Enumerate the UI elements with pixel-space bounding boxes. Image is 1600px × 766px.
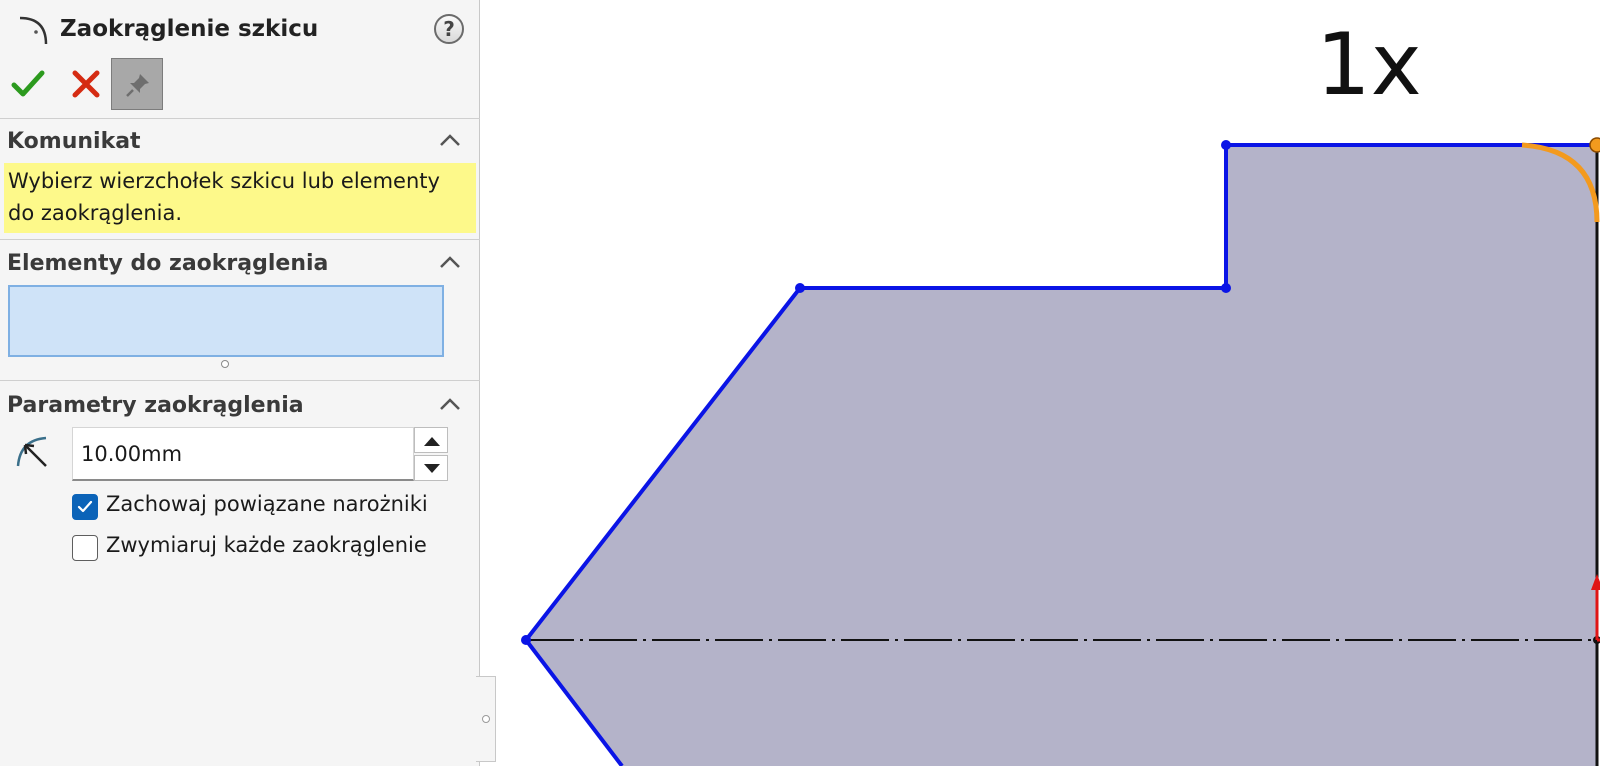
message-section-header[interactable]: Komunikat [7, 127, 471, 157]
panel-collapse-tab[interactable] [476, 676, 496, 762]
triangle-up-icon [424, 437, 440, 446]
divider [0, 380, 480, 381]
chevron-up-icon[interactable] [439, 133, 461, 147]
action-buttons [10, 58, 470, 110]
params-section-title: Parametry zaokrąglenia [7, 393, 304, 418]
help-icon: ? [443, 17, 455, 41]
radius-icon [16, 436, 47, 467]
sketch-point[interactable] [521, 635, 531, 645]
entities-section-title: Elementy do zaokrąglenia [7, 251, 329, 276]
message-section-title: Komunikat [7, 129, 141, 154]
sketch-point[interactable] [1221, 283, 1231, 293]
radius-increment-button[interactable] [414, 427, 448, 453]
sketch-fillet-icon [19, 16, 48, 45]
keep-corners-option[interactable]: Zachowaj powiązane narożniki [72, 492, 472, 522]
keep-corners-label: Zachowaj powiązane narożniki [106, 492, 428, 516]
chevron-up-icon[interactable] [439, 255, 461, 269]
zoom-level-label: 1x [1316, 15, 1422, 115]
resize-grip-icon[interactable] [221, 360, 229, 368]
checkmark-icon [77, 500, 93, 513]
help-button[interactable]: ? [434, 14, 464, 44]
sketch-region-fill [526, 145, 1597, 766]
entities-section-header[interactable]: Elementy do zaokrąglenia [7, 249, 471, 279]
triangle-down-icon [424, 464, 440, 473]
panel-tab-grip-icon [482, 715, 490, 723]
divider [0, 239, 480, 240]
radius-input[interactable] [72, 427, 414, 481]
selected-vertex[interactable] [1589, 137, 1600, 153]
sketch-point[interactable] [1221, 140, 1231, 150]
dimension-each-label: Zwymiaruj każde zaokrąglenie [106, 533, 427, 557]
message-box: Wybierz wierzchołek szkicu lub elementy … [4, 163, 476, 233]
entities-selection-box[interactable] [8, 285, 444, 357]
property-manager-panel: Zaokrąglenie szkicu ? Komunikat Wybierz … [0, 0, 480, 766]
cancel-x-icon[interactable] [68, 66, 104, 102]
panel-header: Zaokrąglenie szkicu ? [10, 10, 470, 54]
pin-icon [126, 74, 149, 97]
graphics-viewport[interactable] [497, 0, 1600, 766]
dimension-each-checkbox[interactable] [72, 535, 98, 561]
ok-check-icon[interactable] [10, 66, 46, 102]
keep-corners-checkbox[interactable] [72, 494, 98, 520]
radius-decrement-button[interactable] [414, 455, 448, 481]
pin-button[interactable] [111, 58, 163, 110]
dimension-each-option[interactable]: Zwymiaruj każde zaokrąglenie [72, 533, 472, 563]
chevron-up-icon[interactable] [439, 397, 461, 411]
divider [0, 118, 480, 119]
sketch-point[interactable] [795, 283, 805, 293]
page-title: Zaokrąglenie szkicu [60, 16, 319, 42]
params-section-header[interactable]: Parametry zaokrąglenia [7, 391, 471, 421]
